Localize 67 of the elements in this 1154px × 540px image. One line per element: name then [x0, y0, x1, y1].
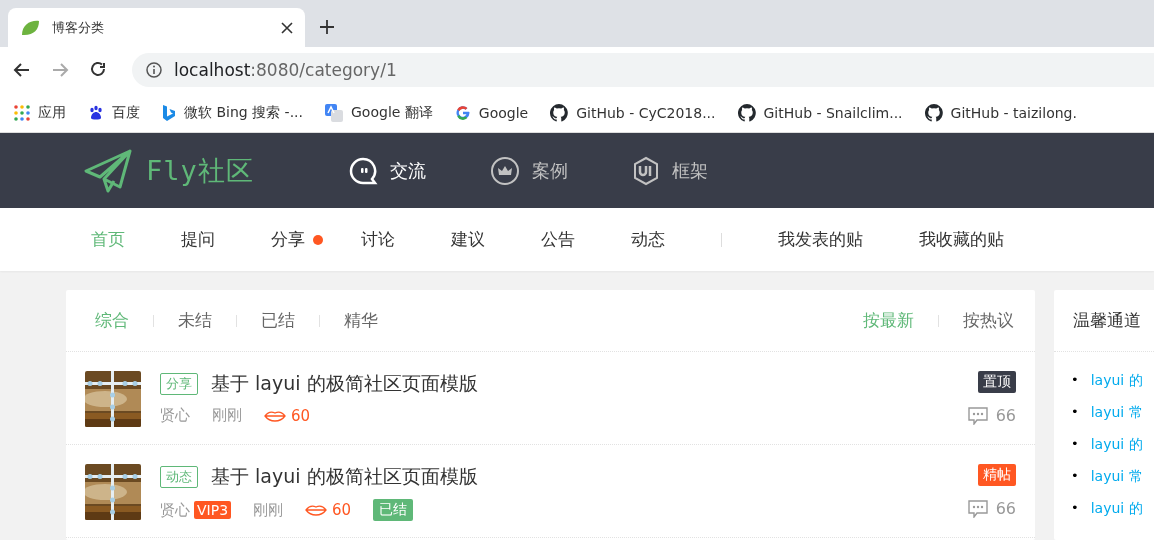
sort-link[interactable]: 按热议	[963, 309, 1014, 332]
category-link[interactable]: 提问	[181, 228, 215, 251]
vip-badge: VIP3	[194, 501, 232, 519]
google-icon	[454, 104, 471, 121]
user-link[interactable]: 我收藏的贴	[919, 228, 1004, 251]
list-bullet: •	[1071, 371, 1079, 389]
crown-icon	[490, 155, 520, 186]
nav-link[interactable]: 交流	[348, 155, 490, 186]
list-bullet: •	[1071, 435, 1079, 453]
lips-icon	[305, 504, 328, 516]
leaf-icon	[20, 18, 40, 37]
view-count: 60	[305, 501, 352, 519]
category-link[interactable]: 动态	[631, 228, 665, 251]
category-link[interactable]: 公告	[541, 228, 575, 251]
solved-badge: 已结	[373, 499, 414, 521]
list-bullet: •	[1071, 467, 1079, 485]
view-count: 60	[264, 406, 311, 425]
list-bullet: •	[1071, 499, 1079, 517]
comment-icon	[967, 499, 988, 518]
post-title[interactable]: 基于 layui 的极简社区页面模版	[211, 371, 478, 397]
post-badge: 置顶	[978, 371, 1016, 393]
browser-tab[interactable]: 博客分类	[8, 8, 305, 47]
close-icon[interactable]	[281, 21, 293, 34]
bookmark[interactable]: 百度	[88, 103, 140, 122]
new-tab-icon[interactable]	[319, 19, 335, 35]
bookmark[interactable]: 微软 Bing 搜索 -...	[162, 103, 303, 122]
post-time: 刚刚	[253, 500, 284, 520]
category-link[interactable]: 建议	[451, 228, 485, 251]
category-link[interactable]: 讨论	[361, 228, 395, 251]
chat-icon	[348, 155, 378, 186]
lips-icon	[264, 409, 286, 422]
user-link[interactable]: 我发表的贴	[778, 228, 863, 251]
nav-link[interactable]: 框架	[632, 155, 774, 186]
category-link[interactable]: 分享	[271, 228, 305, 251]
bookmark[interactable]: 应用	[14, 103, 66, 122]
list-bullet: •	[1071, 403, 1079, 421]
category-tag: 动态	[160, 466, 198, 488]
github-icon	[550, 103, 569, 122]
address-bar[interactable]: localhost:8080/category/1	[132, 53, 1154, 87]
logo-text: Fly社区	[146, 153, 254, 188]
github-icon	[737, 103, 756, 122]
paw-icon	[88, 104, 104, 121]
github-icon	[924, 103, 943, 122]
filter-link[interactable]: 已结	[261, 309, 295, 332]
filter-link[interactable]: 精华	[344, 309, 378, 332]
sidebar-title: 温馨通道	[1054, 290, 1154, 352]
info-icon	[146, 62, 162, 78]
comment-icon	[967, 406, 988, 425]
bookmark[interactable]: GitHub - Snailclim...	[737, 103, 903, 122]
bookmark[interactable]: GitHub - CyC2018...	[550, 103, 716, 122]
comment-count: 66	[967, 499, 1016, 518]
bookmark[interactable]: GitHub - taizilong.	[924, 103, 1077, 122]
comment-count: 66	[967, 406, 1016, 425]
ui-hexagon-icon	[632, 155, 660, 186]
bing-icon	[162, 103, 176, 122]
post-title[interactable]: 基于 layui 的极简社区页面模版	[211, 464, 478, 490]
filter-link[interactable]: 未结	[178, 309, 212, 332]
category-tag: 分享	[160, 373, 198, 395]
bookmark[interactable]: Google	[454, 104, 529, 121]
post-badge: 精帖	[978, 464, 1016, 486]
translate-icon	[325, 103, 343, 122]
post-time: 刚刚	[212, 406, 242, 425]
paper-plane-icon	[84, 148, 132, 193]
apps-icon	[14, 104, 30, 121]
bookmark[interactable]: Google 翻译	[325, 103, 433, 122]
nav-link[interactable]: 案例	[490, 155, 632, 186]
tab-title: 博客分类	[52, 18, 105, 37]
